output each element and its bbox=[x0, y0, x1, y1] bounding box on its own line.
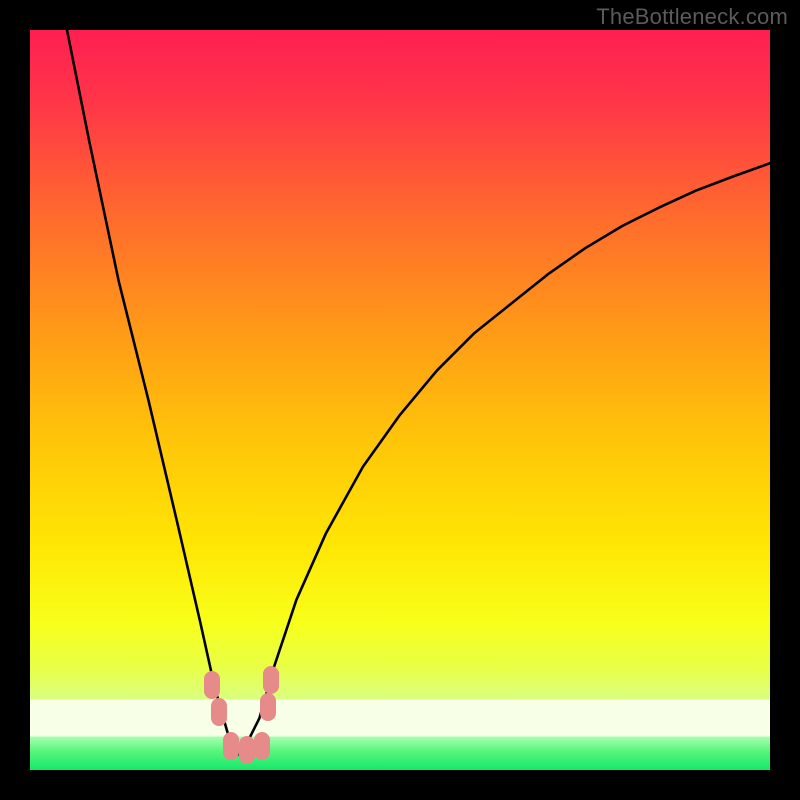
highlight-marker bbox=[204, 671, 220, 699]
highlight-marker bbox=[263, 666, 279, 694]
highlight-marker bbox=[254, 732, 270, 760]
highlight-marker bbox=[239, 736, 255, 764]
chart-frame: TheBottleneck.com bbox=[0, 0, 800, 800]
plot-area bbox=[30, 30, 770, 770]
highlight-marker bbox=[260, 693, 276, 721]
highlight-marker bbox=[223, 732, 239, 760]
highlight-marker bbox=[211, 698, 227, 726]
marker-layer bbox=[30, 30, 770, 770]
watermark-text: TheBottleneck.com bbox=[596, 4, 788, 30]
